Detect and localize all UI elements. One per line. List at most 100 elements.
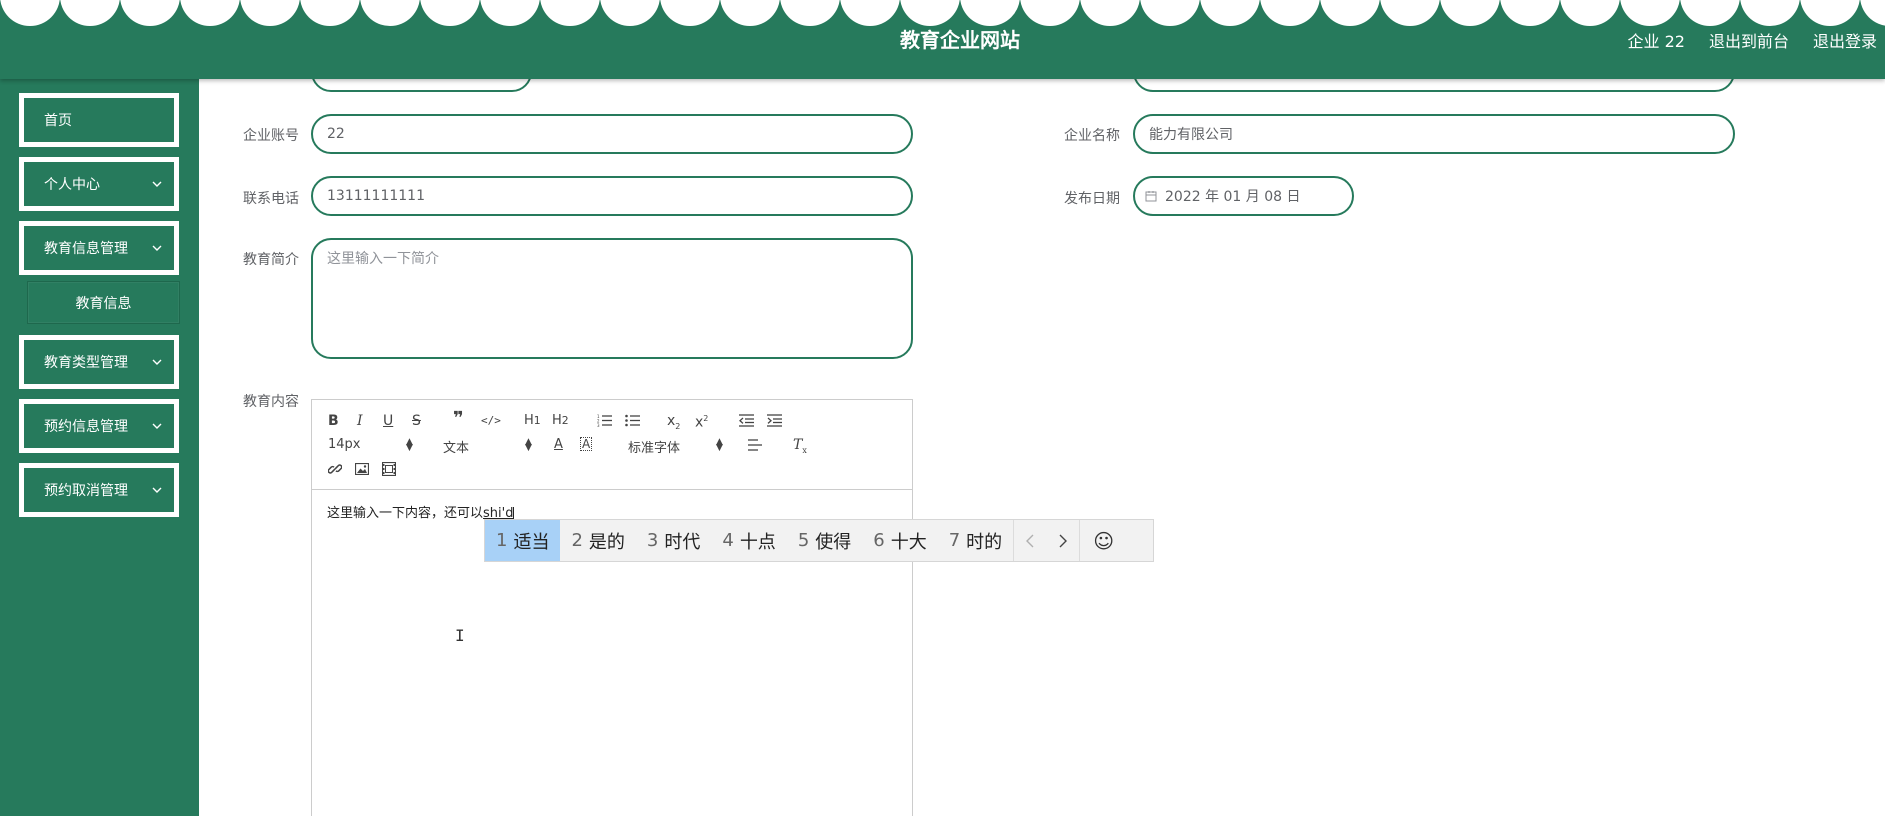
date-value: 2022 年 01 月 08 日 (1165, 189, 1301, 205)
background-color-icon[interactable]: A (580, 437, 593, 451)
ime-candidate[interactable]: 4 十点 (711, 520, 786, 561)
video-icon[interactable] (382, 462, 396, 476)
candidate-number: 2 (571, 530, 583, 551)
chevron-down-icon (152, 423, 162, 429)
ime-candidate[interactable]: 6 十大 (862, 520, 937, 561)
underline-icon[interactable]: U (383, 413, 393, 429)
scallop-decoration (0, 0, 1885, 26)
select-arrows-icon: ▲ ▼ (525, 437, 532, 453)
ordered-list-icon[interactable]: 123 (597, 414, 612, 427)
superscript-icon[interactable]: x2 (695, 411, 708, 431)
editor-content-text: 这里输入一下内容，还可以 (327, 506, 484, 521)
sidebar-item-personal-center[interactable]: 个人中心 (19, 157, 179, 211)
subscript-icon[interactable]: x2 (667, 413, 680, 435)
bullet-list-icon[interactable] (625, 414, 640, 427)
bold-icon[interactable]: B (328, 413, 339, 429)
header-actions: 企业 22 退出到前台 退出登录 (1628, 28, 1877, 52)
sidebar-item-education-type-management[interactable]: 教育类型管理 (19, 335, 179, 389)
candidate-number: 6 (873, 530, 885, 551)
heading-1-icon[interactable]: H1 (524, 413, 541, 429)
sidebar-item-label: 预约取消管理 (44, 483, 128, 499)
ime-candidate[interactable]: 5 使得 (787, 520, 862, 561)
candidate-text: 十点 (739, 531, 776, 553)
chevron-down-icon (152, 487, 162, 493)
top-header: 教育企业网站 企业 22 退出到前台 退出登录 (0, 0, 1885, 79)
sidebar-item-home[interactable]: 首页 (19, 93, 179, 147)
current-user[interactable]: 企业 22 (1628, 28, 1685, 52)
font-color-icon[interactable]: A (554, 437, 563, 453)
ime-candidate[interactable]: 3 时代 (636, 520, 711, 561)
mouse-ibeam-cursor-icon: I (455, 626, 465, 645)
company-field[interactable]: 能力有限公司 (1133, 114, 1735, 154)
sidebar-item-label: 首页 (44, 113, 72, 129)
sidebar-item-booking-cancel-management[interactable]: 预约取消管理 (19, 463, 179, 517)
candidate-number: 7 (948, 530, 961, 551)
intro-label: 教育简介 (243, 252, 299, 268)
candidate-text: 使得 (815, 531, 852, 553)
intro-textarea[interactable]: 这里输入一下简介 (311, 238, 913, 359)
candidate-text: 十大 (890, 531, 927, 553)
emoji-icon[interactable]: ☺ (1079, 520, 1127, 561)
site-title: 教育企业网站 (900, 28, 1020, 52)
chevron-down-icon (152, 245, 162, 251)
sidebar-item-label: 教育类型管理 (44, 355, 128, 371)
blockquote-icon[interactable]: ❞ (453, 410, 464, 428)
content-label: 教育内容 (243, 394, 299, 410)
text-type-value: 文本 (443, 441, 470, 456)
sidebar-item-education-info-management[interactable]: 教育信息管理 (19, 221, 179, 275)
chevron-down-icon (152, 181, 162, 187)
sidebar: 首页 个人中心 教育信息管理 教育信息 教育类型管理 预约信息管理 预约取消管理 (0, 79, 199, 816)
exit-to-front-link[interactable]: 退出到前台 (1709, 28, 1789, 52)
account-label: 企业账号 (243, 128, 299, 144)
chevron-down-icon (152, 359, 162, 365)
candidate-number: 1 (496, 530, 508, 551)
heading-2-icon[interactable]: H2 (552, 413, 569, 429)
date-field[interactable]: 2022 年 01 月 08 日 (1133, 176, 1354, 216)
strikethrough-icon[interactable]: S (412, 413, 421, 429)
font-family-value: 标准字体 (628, 441, 681, 456)
select-arrows-icon: ▲ ▼ (406, 437, 413, 453)
date-label: 发布日期 (1064, 191, 1120, 207)
clear-format-icon[interactable]: Tx (793, 437, 807, 459)
phone-label: 联系电话 (243, 191, 299, 207)
account-field[interactable]: 22 (311, 114, 913, 154)
editor-toolbar: B I U S ❞ </> H1 H2 123 x2 x2 14px ▲ ▼ 文本… (312, 400, 912, 490)
outdent-icon[interactable] (739, 414, 754, 427)
rich-text-editor[interactable]: B I U S ❞ </> H1 H2 123 x2 x2 14px ▲ ▼ 文本… (311, 399, 913, 816)
account-value: 22 (327, 126, 345, 142)
phone-field[interactable]: 13111111111 (311, 176, 913, 216)
align-icon[interactable] (748, 439, 763, 451)
code-block-icon[interactable]: </> (481, 413, 501, 429)
candidate-number: 5 (797, 530, 810, 551)
company-value: 能力有限公司 (1149, 127, 1233, 143)
sidebar-item-label: 教育信息管理 (44, 241, 128, 257)
sidebar-subitem-education-info[interactable]: 教育信息 (27, 281, 180, 324)
phone-value: 13111111111 (327, 188, 425, 204)
ime-candidate[interactable]: 1 适当 (485, 520, 561, 561)
indent-icon[interactable] (767, 414, 782, 427)
logout-link[interactable]: 退出登录 (1813, 28, 1877, 52)
ime-candidate[interactable]: 7 时的 (938, 520, 1013, 561)
sidebar-item-label: 个人中心 (44, 177, 100, 193)
image-icon[interactable] (355, 463, 369, 475)
candidate-number: 4 (722, 530, 734, 551)
text-type-select[interactable]: 文本 ▲ ▼ (443, 437, 532, 457)
italic-icon[interactable]: I (357, 413, 363, 429)
candidate-text: 时代 (664, 531, 701, 553)
calendar-icon (1145, 191, 1157, 202)
chevron-left-icon (1026, 534, 1034, 547)
font-size-select[interactable]: 14px ▲ ▼ (328, 437, 413, 453)
ime-candidate[interactable]: 2 是的 (560, 520, 635, 561)
ime-prev-page-button[interactable] (1013, 520, 1046, 561)
font-family-select[interactable]: 标准字体 ▲ ▼ (628, 437, 723, 457)
link-icon[interactable] (328, 462, 342, 476)
sidebar-item-booking-info-management[interactable]: 预约信息管理 (19, 399, 179, 453)
candidate-number: 3 (646, 530, 659, 551)
sidebar-item-label: 教育信息 (75, 295, 132, 312)
chevron-right-icon (1059, 534, 1067, 547)
select-arrows-icon: ▲ ▼ (716, 437, 723, 453)
candidate-text: 是的 (588, 531, 625, 553)
ime-next-page-button[interactable] (1046, 520, 1079, 561)
sidebar-item-label: 预约信息管理 (44, 419, 128, 435)
candidate-text: 时的 (966, 531, 1003, 553)
